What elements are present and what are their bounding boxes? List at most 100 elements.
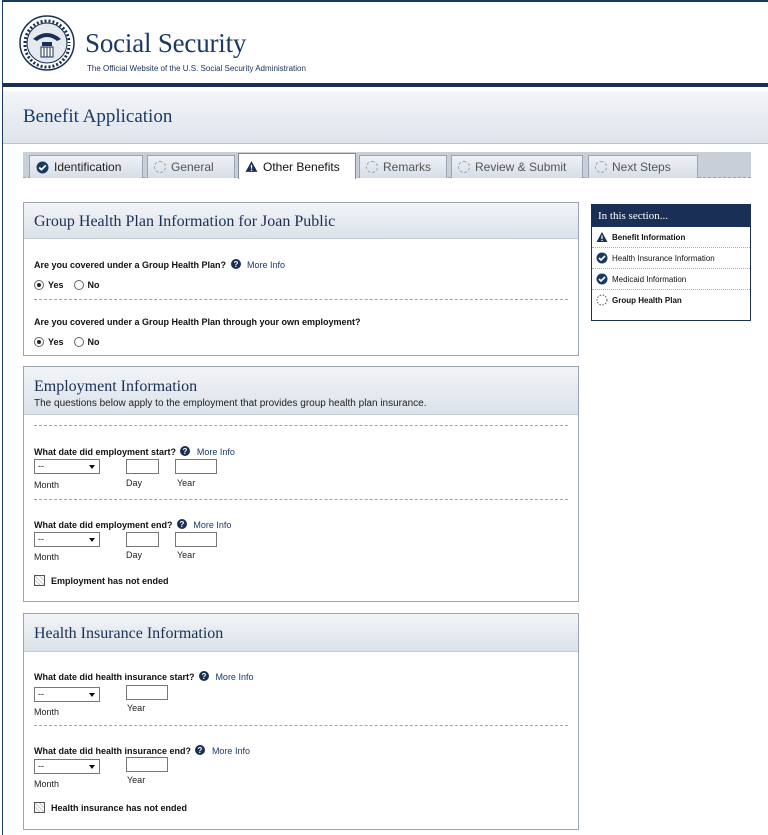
tab-label: Review & Submit bbox=[475, 160, 567, 174]
divider bbox=[34, 499, 568, 500]
day-input[interactable] bbox=[126, 532, 159, 547]
month-select-value: -- bbox=[38, 761, 44, 771]
year-input[interactable] bbox=[126, 757, 168, 772]
radio-yes[interactable] bbox=[34, 337, 44, 347]
page-title-band: Benefit Application bbox=[3, 91, 768, 144]
month-select-value: -- bbox=[38, 534, 44, 544]
question-employment-start: What date did employment start? ? More I… bbox=[34, 442, 235, 460]
dashed-circle-icon bbox=[596, 294, 608, 306]
year-input[interactable] bbox=[175, 459, 217, 474]
section-nav-item-group-health-plan[interactable]: Group Health Plan bbox=[592, 290, 750, 311]
radio-no[interactable] bbox=[73, 337, 84, 347]
page-title: Benefit Application bbox=[23, 106, 173, 127]
tab-review-submit[interactable]: Review & Submit bbox=[451, 155, 583, 178]
question-label: What date did employment end? bbox=[34, 520, 173, 530]
radio-group: Yes No bbox=[34, 280, 568, 290]
month-select-value: -- bbox=[38, 461, 44, 471]
more-info-link[interactable]: More Info bbox=[247, 260, 285, 270]
help-icon[interactable]: ? bbox=[230, 259, 241, 269]
tab-next-steps[interactable]: Next Steps bbox=[588, 155, 698, 178]
tab-label: Next Steps bbox=[612, 160, 671, 174]
divider bbox=[34, 725, 568, 726]
progress-tabs: Identification General Other Benefits Re… bbox=[23, 152, 751, 179]
section-nav-title: In this section... bbox=[592, 205, 750, 227]
month-select[interactable]: -- bbox=[34, 687, 100, 702]
year-input[interactable] bbox=[126, 685, 168, 700]
question-group-health-plan: Are you covered under a Group Health Pla… bbox=[24, 239, 578, 290]
question-employment-end: What date did employment end? ? More Inf… bbox=[34, 515, 231, 533]
employment-panel: Employment Information The questions bel… bbox=[23, 366, 579, 602]
check-circle-icon bbox=[596, 273, 608, 285]
check-circle-icon bbox=[36, 161, 49, 173]
site-subtitle: The Official Website of the U.S. Social … bbox=[87, 64, 306, 73]
svg-text:?: ? bbox=[198, 746, 203, 755]
question-own-employment: Are you covered under a Group Health Pla… bbox=[24, 300, 578, 347]
group-health-panel: Group Health Plan Information for Joan P… bbox=[23, 202, 579, 356]
radio-yes-label: Yes bbox=[48, 337, 64, 347]
month-select[interactable]: -- bbox=[34, 759, 100, 774]
chevron-down-icon bbox=[89, 465, 95, 469]
site-title[interactable]: Social Security bbox=[85, 28, 246, 59]
radio-yes[interactable] bbox=[34, 280, 44, 290]
month-label: Month bbox=[34, 480, 60, 490]
help-icon[interactable]: ? bbox=[195, 745, 206, 755]
insurance-not-ended-checkbox[interactable] bbox=[34, 802, 45, 813]
month-label: Month bbox=[34, 552, 60, 562]
panel-header: Health Insurance Information bbox=[24, 614, 578, 652]
section-nav-label: Group Health Plan bbox=[612, 296, 682, 305]
month-select[interactable]: -- bbox=[34, 459, 100, 474]
more-info-link[interactable]: More Info bbox=[197, 447, 235, 457]
svg-text:?: ? bbox=[183, 447, 188, 456]
divider bbox=[34, 425, 568, 426]
employment-not-ended-checkbox[interactable] bbox=[34, 575, 45, 586]
section-nav-label: Medicaid Information bbox=[612, 275, 687, 284]
checkbox-label: Employment has not ended bbox=[51, 576, 169, 586]
month-label: Month bbox=[34, 779, 60, 789]
radio-group: Yes No bbox=[34, 337, 568, 347]
checkbox-label: Health insurance has not ended bbox=[51, 803, 188, 813]
tab-remarks[interactable]: Remarks bbox=[359, 155, 447, 178]
month-select-value: -- bbox=[38, 689, 44, 699]
month-select[interactable]: -- bbox=[34, 532, 100, 547]
panel-header: Group Health Plan Information for Joan P… bbox=[24, 203, 578, 239]
check-circle-icon bbox=[596, 252, 608, 264]
year-label: Year bbox=[177, 550, 196, 560]
panel-description: The questions below apply to the employm… bbox=[34, 398, 427, 409]
more-info-link[interactable]: More Info bbox=[212, 746, 250, 756]
chevron-down-icon bbox=[89, 538, 95, 542]
day-label: Day bbox=[126, 550, 143, 560]
panel-title: Employment Information bbox=[34, 378, 198, 395]
dashed-circle-icon bbox=[595, 161, 607, 173]
help-icon[interactable]: ? bbox=[180, 446, 191, 456]
page-frame: Social Security The Official Website of … bbox=[2, 0, 768, 835]
radio-no-label: No bbox=[87, 337, 100, 347]
question-insurance-start: What date did health insurance start? ? … bbox=[34, 667, 253, 685]
day-input[interactable] bbox=[126, 459, 159, 474]
section-nav-item-health-insurance[interactable]: Health Insurance Information bbox=[592, 248, 750, 269]
year-input[interactable] bbox=[175, 532, 217, 547]
question-label: What date did health insurance end? bbox=[34, 746, 192, 756]
year-label: Year bbox=[177, 478, 196, 488]
section-nav-item-medicaid[interactable]: Medicaid Information bbox=[592, 269, 750, 290]
dashed-circle-icon bbox=[458, 161, 470, 173]
tab-other-benefits[interactable]: Other Benefits bbox=[238, 153, 356, 179]
tab-identification[interactable]: Identification bbox=[29, 155, 143, 178]
more-info-link[interactable]: More Info bbox=[215, 672, 253, 682]
help-icon[interactable]: ? bbox=[198, 671, 209, 681]
site-header: Social Security The Official Website of … bbox=[3, 2, 768, 87]
warning-icon bbox=[596, 232, 608, 242]
radio-no-label: No bbox=[87, 280, 100, 290]
radio-no[interactable] bbox=[73, 280, 84, 290]
panel-title: Group Health Plan Information for Joan P… bbox=[34, 213, 336, 230]
question-label: Are you covered under a Group Health Pla… bbox=[34, 260, 227, 270]
day-label: Day bbox=[126, 478, 143, 488]
radio-yes-label: Yes bbox=[48, 280, 64, 290]
section-nav-label: Health Insurance Information bbox=[612, 254, 715, 263]
dashed-circle-icon bbox=[154, 161, 166, 173]
help-icon[interactable]: ? bbox=[176, 519, 187, 529]
year-label: Year bbox=[127, 703, 146, 713]
tab-general[interactable]: General bbox=[147, 155, 235, 178]
more-info-link[interactable]: More Info bbox=[193, 520, 231, 530]
section-nav-item-benefit-information[interactable]: Benefit Information bbox=[592, 227, 750, 248]
section-nav-label: Benefit Information bbox=[612, 233, 686, 242]
